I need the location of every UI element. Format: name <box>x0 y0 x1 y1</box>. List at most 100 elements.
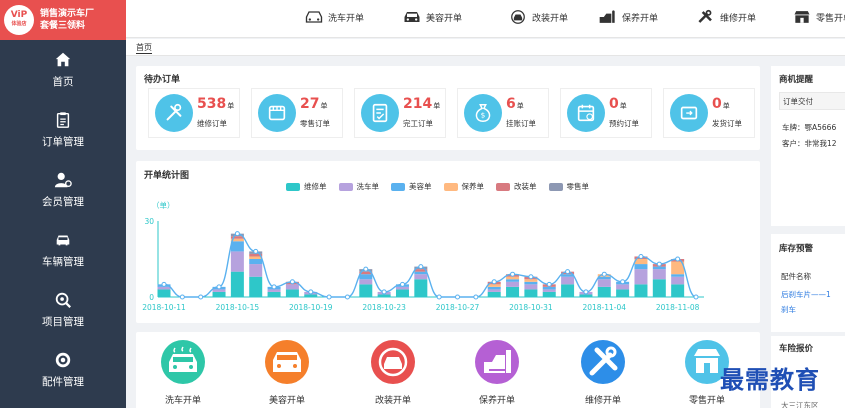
bar-segment <box>157 289 171 297</box>
stat-unit: 单 <box>722 102 730 110</box>
order-stats-chart: （单） 0 30 2018-10-11 2018-10-15 2018-10-19 2018… <box>142 200 704 312</box>
stat-count: 6单 <box>506 96 524 112</box>
bar-segment <box>524 279 538 282</box>
tools-icon <box>155 94 193 132</box>
sidebar-item-0[interactable]: 首页 <box>0 40 126 100</box>
pending-stat-card[interactable]: 0单预约订单 <box>560 88 652 138</box>
stat-number: 214 <box>403 96 433 112</box>
pending-stat-card[interactable]: 27单零售订单 <box>251 88 343 138</box>
inventory-item-more[interactable]: 刹车 <box>781 304 796 315</box>
total-point <box>455 294 461 300</box>
car-icon <box>54 231 72 249</box>
total-point <box>381 289 387 295</box>
stat-unit: 单 <box>516 102 524 110</box>
x-tick-label: 2018-11-04 <box>582 303 626 312</box>
pending-stat-card[interactable]: 538单 维修订单 <box>148 88 240 138</box>
pending-stat-card[interactable]: $6单 挂账订单 <box>457 88 549 138</box>
watermark-text: 最需教育 <box>720 365 820 394</box>
top-maintenance-button[interactable]: 保养开单 <box>598 9 658 25</box>
x-tick-label: 2018-11-08 <box>656 303 700 312</box>
total-point <box>363 266 369 272</box>
quick-action-wrench[interactable]: 维修开单 <box>568 340 638 406</box>
total-point <box>289 279 295 285</box>
bar-segment <box>414 274 428 280</box>
sidebar-item-label: 车辆管理 <box>42 256 84 268</box>
total-point <box>638 253 644 259</box>
pending-stat-card[interactable]: 214单 完工订单 <box>354 88 446 138</box>
stat-label: 发货订单 <box>712 119 742 128</box>
pending-stat-card[interactable]: 0单 发货订单 <box>663 88 755 138</box>
sidebar-item-2[interactable]: 会员管理 <box>0 160 126 220</box>
inventory-item-link[interactable]: 后刹车片——1 <box>781 289 831 300</box>
bar-segment <box>249 259 263 265</box>
quick-action-car-beauty[interactable]: 美容开单 <box>252 340 322 406</box>
bar-segment <box>579 294 593 297</box>
total-point <box>216 284 222 290</box>
brand-header[interactable]: ViP 体验店 销售演示车厂 套餐三领料 <box>0 0 126 40</box>
insurance-title: 车险报价 <box>779 344 814 354</box>
stat-label: 零售订单 <box>300 119 330 128</box>
bar-segment <box>597 276 611 280</box>
total-point <box>418 264 424 270</box>
modify-icon <box>508 9 528 25</box>
vip-logo: ViP 体验店 <box>4 5 34 35</box>
store-icon <box>258 94 296 132</box>
brand-title-line1: 销售演示车厂 <box>40 9 95 19</box>
x-tick-label: 2018-10-19 <box>289 303 333 312</box>
quick-action-car-wash[interactable]: 洗车开单 <box>148 340 218 406</box>
sidebar-item-5[interactable]: 配件管理 <box>0 340 126 400</box>
total-point <box>601 271 607 277</box>
quick-action-modify[interactable]: 改装开单 <box>358 340 428 406</box>
top-car-wash-button[interactable]: 洗车开单 <box>304 9 364 25</box>
sidebar-item-3[interactable]: 车辆管理 <box>0 220 126 280</box>
bar-segment <box>597 279 611 287</box>
tab-order-delivery[interactable]: 订单交付 <box>779 92 845 110</box>
top-item-label: 美容开单 <box>426 13 463 24</box>
logo-sub: 体验店 <box>11 21 27 27</box>
bar-segment <box>230 251 244 272</box>
bar-segment <box>616 289 630 297</box>
top-shop-button[interactable]: 零售开单 <box>792 9 845 25</box>
bar-segment <box>487 289 501 292</box>
y-axis-label: （单） <box>152 200 175 210</box>
bar-segment <box>616 284 630 290</box>
stat-count: 0单 <box>609 96 627 112</box>
bar-segment <box>395 289 409 297</box>
maintenance-icon <box>598 9 618 25</box>
total-point <box>326 294 332 300</box>
top-wrench-button[interactable]: 维修开单 <box>696 9 756 25</box>
money-bag-icon: $ <box>464 94 502 132</box>
x-tick-label: 2018-10-31 <box>509 303 553 312</box>
total-point <box>620 279 626 285</box>
top-modify-button[interactable]: 改装开单 <box>508 9 568 25</box>
top-car-beauty-button[interactable]: 美容开单 <box>402 9 462 25</box>
bar-segment <box>524 289 538 297</box>
breadcrumb-home[interactable]: 首页 <box>136 42 152 54</box>
opportunity-customer: 客户：非常我12 <box>782 139 837 148</box>
shop-icon <box>792 9 812 25</box>
stat-count: 538单 <box>197 96 234 112</box>
sidebar-item-label: 会员管理 <box>42 196 84 208</box>
x-tick-label: 2018-10-27 <box>436 303 480 312</box>
order-stats-panel: 开单统计图 维修单 洗车单 美容单 保养单 改装单 零售单 （单） 0 30 2018-10-1… <box>136 161 760 323</box>
inventory-panel: 库存预警 配件名称 后刹车片——1 刹车 <box>771 234 845 332</box>
sidebar-item-1[interactable]: 订单管理 <box>0 100 126 160</box>
home-icon <box>54 51 72 69</box>
bar-segment <box>249 256 263 259</box>
car-beauty-icon <box>402 9 422 25</box>
bar-segment <box>212 289 226 292</box>
quick-actions-panel: 洗车开单 美容开单 改装开单 保养开单 维修开单 零售开单 <box>136 332 760 408</box>
sidebar-item-4[interactable]: 项目管理 <box>0 280 126 340</box>
stat-label: 预约订单 <box>609 119 639 128</box>
bar-segment <box>267 291 281 297</box>
ship-icon <box>670 94 708 132</box>
quick-action-maintenance[interactable]: 保养开单 <box>462 340 532 406</box>
bar-segment <box>395 286 409 290</box>
bar-segment <box>524 284 538 290</box>
stat-number: 27 <box>300 96 320 112</box>
total-point <box>583 289 589 295</box>
maintenance-icon <box>475 340 519 384</box>
bar-segment <box>359 279 373 285</box>
stat-count: 27单 <box>300 96 327 112</box>
top-item-label: 维修开单 <box>720 13 757 24</box>
